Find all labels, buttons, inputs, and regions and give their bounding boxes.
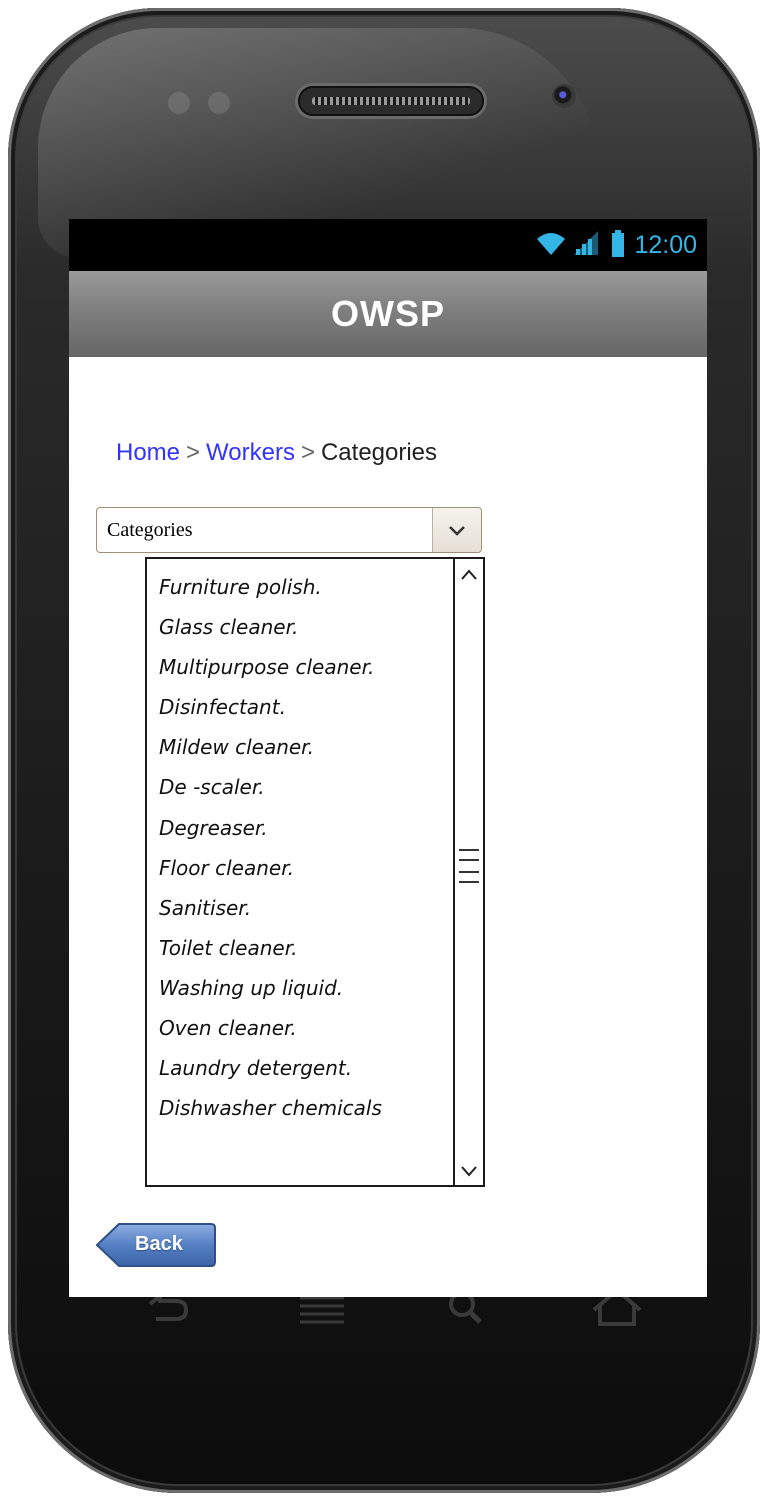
category-select[interactable]: Categories bbox=[96, 507, 482, 553]
list-item[interactable]: Sanitiser. bbox=[159, 888, 449, 928]
breadcrumb-workers-link[interactable]: Workers bbox=[206, 439, 295, 466]
list-item[interactable]: Furniture polish. bbox=[159, 567, 449, 607]
list-item[interactable]: De -scaler. bbox=[159, 767, 449, 807]
list-scrollbar[interactable] bbox=[453, 559, 483, 1185]
signal-icon bbox=[572, 230, 600, 261]
scroll-up-icon[interactable] bbox=[455, 563, 483, 587]
list-item[interactable]: Washing up liquid. bbox=[159, 968, 449, 1008]
proximity-sensor bbox=[168, 92, 248, 114]
status-bar: 12:00 bbox=[69, 219, 707, 271]
select-dropdown-button[interactable] bbox=[432, 508, 481, 552]
back-button[interactable]: Back bbox=[95, 1222, 217, 1268]
status-icons: 12:00 bbox=[536, 229, 697, 261]
list-item[interactable]: Dishwasher chemicals bbox=[159, 1088, 449, 1128]
front-camera-icon bbox=[552, 84, 576, 108]
status-time: 12:00 bbox=[634, 230, 697, 259]
breadcrumb: Home > Workers > Categories bbox=[116, 439, 437, 467]
list-item[interactable]: Laundry detergent. bbox=[159, 1048, 449, 1088]
chevron-down-icon bbox=[449, 526, 465, 536]
category-list: Furniture polish. Glass cleaner. Multipu… bbox=[159, 567, 449, 1128]
list-item[interactable]: Floor cleaner. bbox=[159, 848, 449, 888]
earpiece-speaker bbox=[298, 86, 484, 116]
breadcrumb-current: Categories bbox=[320, 439, 438, 466]
stage: 12:00 OWSP Home > Workers > Categories Categ… bbox=[0, 0, 768, 1501]
back-button-label: Back bbox=[135, 1233, 183, 1255]
breadcrumb-separator: > bbox=[300, 439, 315, 466]
list-item[interactable]: Disinfectant. bbox=[159, 687, 449, 727]
breadcrumb-separator: > bbox=[186, 439, 201, 466]
list-item[interactable]: Oven cleaner. bbox=[159, 1008, 449, 1048]
app-title: OWSP bbox=[330, 293, 445, 334]
screen: 12:00 OWSP Home > Workers > Categories Categ… bbox=[69, 219, 707, 1297]
list-item[interactable]: Mildew cleaner. bbox=[159, 727, 449, 767]
scroll-thumb[interactable] bbox=[459, 849, 479, 895]
breadcrumb-home-link[interactable]: Home bbox=[116, 439, 180, 466]
list-item[interactable]: Degreaser. bbox=[159, 808, 449, 848]
list-item[interactable]: Multipurpose cleaner. bbox=[159, 647, 449, 687]
wifi-icon bbox=[536, 230, 566, 261]
category-select-value: Categories bbox=[107, 519, 193, 541]
list-item[interactable]: Toilet cleaner. bbox=[159, 928, 449, 968]
category-listbox[interactable]: Furniture polish. Glass cleaner. Multipu… bbox=[145, 557, 485, 1187]
list-item[interactable]: Glass cleaner. bbox=[159, 607, 449, 647]
app-header: OWSP bbox=[69, 271, 707, 357]
scroll-down-icon[interactable] bbox=[455, 1159, 483, 1183]
battery-icon bbox=[612, 230, 625, 257]
